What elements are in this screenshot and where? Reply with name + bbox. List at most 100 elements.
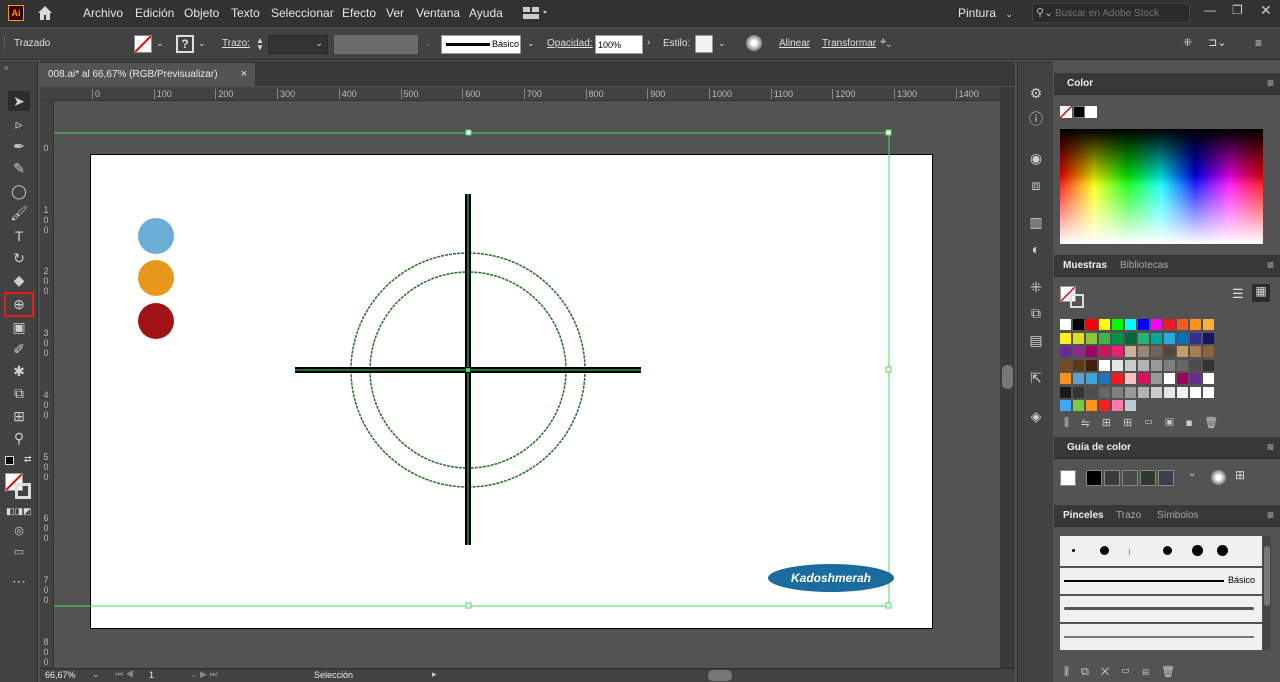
swatch[interactable] <box>1060 346 1071 357</box>
symbol-sprayer-tool-icon[interactable]: ✱ <box>8 361 30 381</box>
color-mode-icons[interactable]: ◧◨◩ <box>6 506 32 517</box>
swatch[interactable] <box>1138 386 1149 398</box>
arrange-icon[interactable]: ⁜ <box>1183 36 1192 49</box>
swatch[interactable] <box>1099 332 1110 344</box>
swatch[interactable] <box>1203 332 1214 344</box>
swatch[interactable] <box>1164 346 1175 357</box>
transform-icon[interactable]: ⊐⌄ <box>1208 36 1226 49</box>
swatch[interactable] <box>1099 359 1110 371</box>
scroll-thumb[interactable] <box>1002 365 1013 389</box>
swatch[interactable] <box>1086 319 1097 330</box>
swatch[interactable] <box>1138 332 1149 344</box>
menu-archivo[interactable]: Archivo <box>83 6 123 20</box>
menu-ventana[interactable]: Ventana <box>416 6 460 20</box>
swatch[interactable] <box>1099 319 1110 330</box>
isolate-icon[interactable]: ⌖⌄ <box>880 36 891 49</box>
menu-seleccionar[interactable]: Seleccionar <box>271 6 334 20</box>
guide-swatch[interactable] <box>1104 470 1120 486</box>
menu-icon[interactable]: ≡ <box>1267 440 1274 454</box>
scroll-thumb[interactable] <box>708 670 732 681</box>
swatch[interactable] <box>1164 386 1175 398</box>
chevron-down-icon[interactable]: ⌄ <box>527 38 535 49</box>
draw-mode-icon[interactable]: ◎ <box>8 521 30 541</box>
swatch[interactable] <box>1112 359 1123 371</box>
align-panel-icon[interactable]: ⁜ <box>1027 278 1045 296</box>
opacity-label[interactable]: Opacidad: <box>547 38 593 49</box>
brush-dot-4[interactable] <box>1163 546 1172 555</box>
swatch[interactable] <box>1125 319 1136 330</box>
pathfinder-icon[interactable]: ⧉ <box>1027 304 1045 322</box>
list-view-icon[interactable]: ☰ <box>1232 286 1244 302</box>
swatch[interactable] <box>1073 346 1084 357</box>
swatch[interactable] <box>1073 386 1084 398</box>
stroke-weight-stepper[interactable]: ▲ ▼ <box>256 37 264 52</box>
swatch[interactable] <box>1190 359 1201 371</box>
fill-none-icon[interactable] <box>1059 105 1073 119</box>
swatch[interactable] <box>1073 359 1084 371</box>
swatch[interactable] <box>1099 386 1110 398</box>
home-icon[interactable] <box>36 4 54 22</box>
align-link[interactable]: Alinear <box>779 38 810 49</box>
workspace-switcher[interactable]: Pintura ⌄ <box>958 6 1013 20</box>
menu-objeto[interactable]: Objeto <box>184 6 219 20</box>
zoom-level[interactable]: 66,67% <box>45 670 76 680</box>
menu-icon[interactable]: ≡ <box>1255 36 1262 50</box>
canvas-area[interactable]: Kadoshmerah <box>54 101 1000 668</box>
default-colors-icon[interactable] <box>5 456 14 465</box>
tab-symbols[interactable]: Símbolos <box>1157 510 1199 521</box>
swatch[interactable] <box>1073 332 1084 344</box>
appearance-icon[interactable]: ◉ <box>1027 149 1045 167</box>
gradient-tool-icon[interactable]: ▣ <box>8 317 30 337</box>
document-tab[interactable]: 008.ai* al 66,67% (RGB/Previsualizar) × <box>40 63 255 86</box>
close-button[interactable]: ✕ <box>1260 2 1272 19</box>
guide-swatch[interactable] <box>1060 470 1076 486</box>
swatch[interactable] <box>1151 373 1162 384</box>
resize-handle[interactable] <box>465 129 472 136</box>
swatch[interactable] <box>1060 400 1071 411</box>
zoom-tool-icon[interactable]: ⚲ <box>8 428 30 448</box>
swatch-circle-red[interactable] <box>138 303 174 339</box>
swatch[interactable] <box>1112 386 1123 398</box>
brush-dot-2[interactable] <box>1100 546 1109 555</box>
swatch[interactable] <box>1190 373 1201 384</box>
menu-texto[interactable]: Texto <box>231 6 260 20</box>
edit-colors-icon[interactable] <box>1211 470 1226 485</box>
swatch[interactable] <box>1177 332 1188 344</box>
brushes-scrollbar[interactable] <box>1263 536 1271 650</box>
chevron-down-icon[interactable]: ⌄ <box>198 38 206 49</box>
swatch[interactable] <box>1203 346 1214 357</box>
chevron-down-icon[interactable]: ⌄ <box>424 38 432 49</box>
tab-stroke[interactable]: Trazo <box>1116 510 1141 521</box>
type-tool-icon[interactable]: T <box>8 226 30 246</box>
menu-icon[interactable]: ≡ <box>1267 508 1274 522</box>
swatch[interactable] <box>1099 400 1110 411</box>
save-group-icon[interactable]: ⊞ <box>1235 468 1245 482</box>
swatch[interactable] <box>1164 332 1175 344</box>
swatch[interactable] <box>1086 332 1097 344</box>
resize-handle[interactable] <box>885 602 892 609</box>
swatch[interactable] <box>1060 319 1071 330</box>
swatch[interactable] <box>1086 386 1097 398</box>
selection-tool-icon[interactable]: ➤ <box>8 91 30 111</box>
brush-dot-1[interactable] <box>1072 549 1075 552</box>
swatch[interactable] <box>1125 346 1136 357</box>
swatch[interactable] <box>1086 400 1097 411</box>
transparency-icon[interactable]: ◐ <box>1027 240 1045 258</box>
artboard-nav-prev[interactable]: ⏮ ◀ <box>115 669 134 680</box>
guide-swatch[interactable] <box>1140 470 1156 486</box>
swatch[interactable] <box>1125 373 1136 384</box>
stock-search-input[interactable] <box>1055 6 1185 20</box>
screen-mode-icon[interactable]: ▭ <box>8 542 30 562</box>
stroke-color-icon[interactable] <box>15 483 31 499</box>
black-chip[interactable] <box>1073 106 1085 118</box>
chevron-right-icon[interactable]: › <box>647 37 650 48</box>
eraser-tool-icon[interactable]: ◆ <box>8 270 30 290</box>
swatch[interactable] <box>1125 400 1136 411</box>
swatch[interactable] <box>1112 400 1123 411</box>
swatch[interactable] <box>1190 346 1201 357</box>
paintbrush-tool-icon[interactable]: 🖌︎ <box>8 203 30 223</box>
direct-selection-tool-icon[interactable]: ▹ <box>8 114 30 134</box>
swatch[interactable] <box>1177 319 1188 330</box>
swatch[interactable] <box>1164 319 1175 330</box>
color-spectrum[interactable] <box>1060 129 1263 244</box>
